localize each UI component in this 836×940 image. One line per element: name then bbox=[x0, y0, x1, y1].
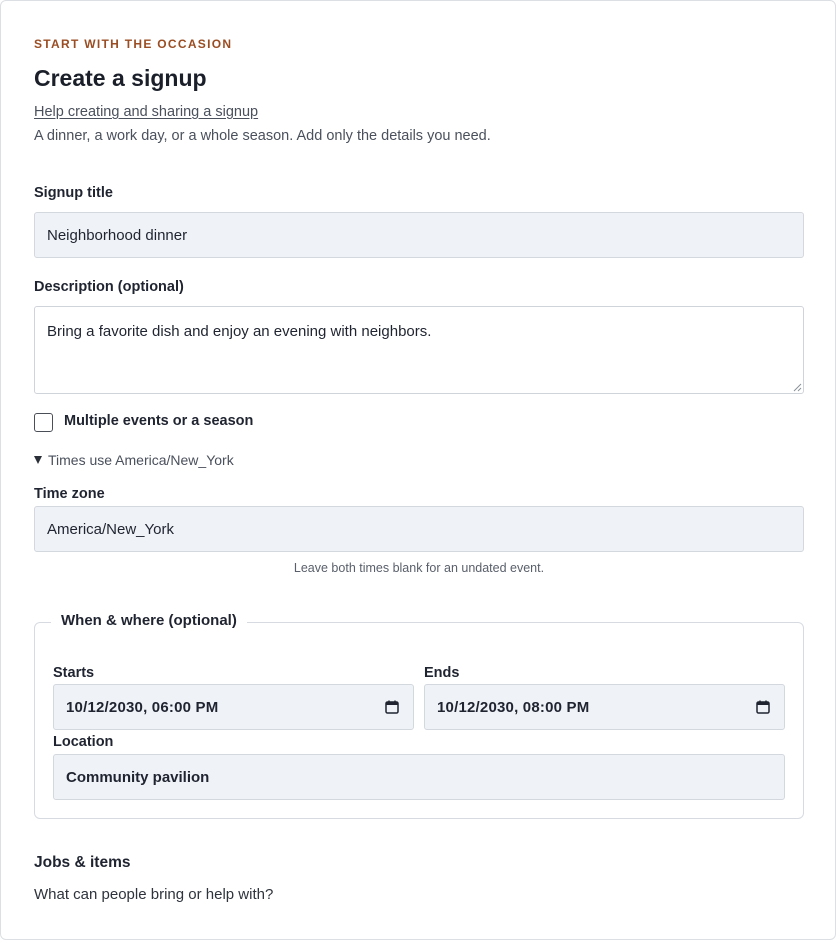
resize-grip-icon[interactable] bbox=[793, 383, 802, 392]
eyebrow: START WITH THE OCCASION bbox=[34, 37, 233, 51]
starts-label: Starts bbox=[53, 665, 95, 681]
signup-form-card: START WITH THE OCCASION Create a signup … bbox=[0, 0, 836, 940]
jobs-heading: Jobs & items bbox=[34, 854, 131, 871]
ends-datetime-input[interactable]: 10/12/2030, 08:00 PM bbox=[424, 684, 785, 730]
ends-label: Ends bbox=[424, 665, 460, 681]
timezone-input[interactable]: America/New_York bbox=[34, 506, 804, 552]
signup-title-value: Neighborhood dinner bbox=[47, 226, 188, 244]
page-subtitle: A dinner, a work day, or a whole season.… bbox=[34, 128, 491, 144]
signup-title-label: Signup title bbox=[34, 185, 113, 201]
calendar-icon[interactable] bbox=[756, 700, 770, 714]
timezone-label: Time zone bbox=[34, 486, 105, 502]
undated-hint: Leave both times blank for an undated ev… bbox=[293, 561, 545, 575]
calendar-icon[interactable] bbox=[385, 700, 399, 714]
help-link[interactable]: Help creating and sharing a signup bbox=[34, 104, 258, 120]
timezone-disclosure[interactable]: Times use America/New_York bbox=[34, 452, 234, 468]
triangle-down-icon bbox=[34, 456, 42, 464]
description-value: Bring a favorite dish and enjoy an eveni… bbox=[47, 323, 432, 340]
page-title: Create a signup bbox=[34, 65, 207, 91]
jobs-subheading: What can people bring or help with? bbox=[34, 886, 274, 903]
multiple-events-label[interactable]: Multiple events or a season bbox=[64, 413, 253, 429]
timezone-value: America/New_York bbox=[47, 520, 174, 538]
location-value: Community pavilion bbox=[66, 768, 210, 786]
starts-datetime-input[interactable]: 10/12/2030, 06:00 PM bbox=[53, 684, 414, 730]
ends-value: 10/12/2030, 08:00 PM bbox=[437, 698, 590, 716]
starts-value: 10/12/2030, 06:00 PM bbox=[66, 698, 219, 716]
description-textarea[interactable]: Bring a favorite dish and enjoy an eveni… bbox=[34, 306, 804, 394]
location-label: Location bbox=[53, 734, 114, 750]
timezone-disclosure-label: Times use America/New_York bbox=[48, 452, 234, 468]
when-where-legend: When & where (optional) bbox=[51, 612, 247, 629]
description-label: Description (optional) bbox=[34, 279, 184, 295]
location-input[interactable]: Community pavilion bbox=[53, 754, 785, 800]
multiple-events-checkbox[interactable] bbox=[34, 413, 53, 432]
signup-title-input[interactable]: Neighborhood dinner bbox=[34, 212, 804, 258]
